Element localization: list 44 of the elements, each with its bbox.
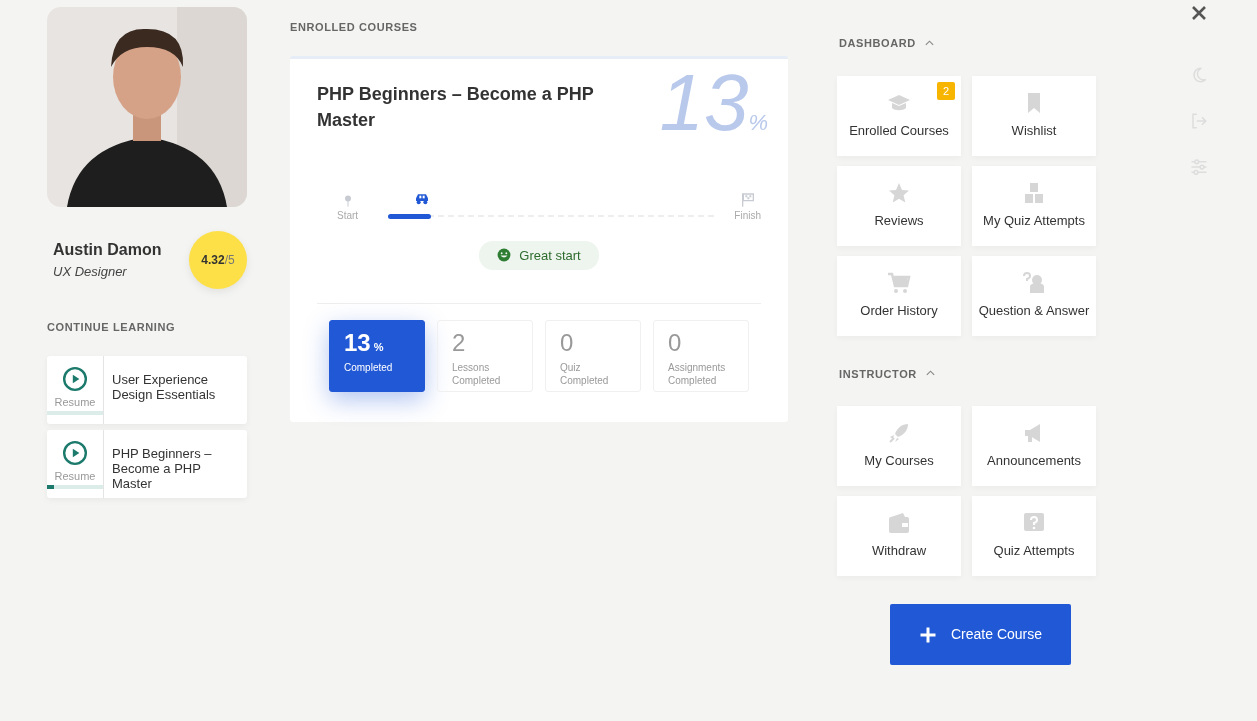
course-card[interactable]: Resume User Experience Design Essentials xyxy=(47,355,247,424)
cart-icon xyxy=(887,270,911,295)
stat-card: 0 Assignments Completed xyxy=(653,320,749,392)
menu-tile[interactable]: Quiz Attempts xyxy=(972,496,1096,576)
person-role: UX Designer xyxy=(53,263,128,282)
rating-badge: 4.32/5 xyxy=(189,231,247,289)
course-title: PHP Beginners – Become a PHP Master xyxy=(111,444,213,493)
resume-label: Resume xyxy=(54,394,96,410)
section-heading: ENROLLED COURSES xyxy=(290,20,419,35)
close-icon[interactable] xyxy=(1190,4,1208,22)
course-title: User Experience Design Essentials xyxy=(111,370,217,404)
progress-track xyxy=(47,411,103,415)
section-heading: CONTINUE LEARNING xyxy=(47,320,177,335)
section-heading: DASHBOARD xyxy=(839,36,916,51)
play-icon[interactable] xyxy=(62,365,88,392)
status-message: Great start xyxy=(479,240,599,270)
play-icon[interactable] xyxy=(62,439,88,466)
course-card[interactable]: Resume PHP Beginners – Become a PHP Master xyxy=(47,429,247,498)
menu-tile[interactable]: Order History xyxy=(837,255,961,336)
finish-label: Finish xyxy=(734,208,761,223)
menu-tile[interactable]: Reviews xyxy=(837,165,961,246)
menu-tile[interactable]: Withdraw xyxy=(837,496,961,576)
create-course-button[interactable]: Create Course xyxy=(890,604,1071,665)
menu-tile[interactable]: Question & Answer xyxy=(972,255,1096,336)
start-label: Start xyxy=(337,208,359,223)
resume-label: Resume xyxy=(54,468,96,484)
course-title: PHP Beginners – Become a PHP Master xyxy=(317,82,595,132)
menu-tile[interactable]: Announcements xyxy=(972,406,1096,486)
plus-icon xyxy=(918,625,937,644)
count-badge: 2 xyxy=(936,81,955,100)
smile-icon xyxy=(497,248,512,263)
menu-tile[interactable]: My Courses xyxy=(837,406,961,486)
section-heading: INSTRUCTOR xyxy=(839,366,917,382)
menu-tile[interactable]: Enrolled Courses 2 xyxy=(837,75,961,156)
percent-watermark: 13% xyxy=(659,62,768,143)
person-name: Austin Damon xyxy=(53,240,162,261)
menu-tile[interactable]: My Quiz Attempts xyxy=(972,165,1096,246)
person-question-icon xyxy=(1022,270,1046,295)
menu-tile[interactable]: Wishlist xyxy=(972,75,1096,156)
blocks-icon xyxy=(1022,180,1046,205)
stat-card: 13% Completed xyxy=(329,320,425,392)
stat-card: 0 Quiz Completed xyxy=(545,320,641,392)
wallet-icon xyxy=(887,511,911,536)
stat-card: 2 Lessons Completed xyxy=(437,320,533,392)
